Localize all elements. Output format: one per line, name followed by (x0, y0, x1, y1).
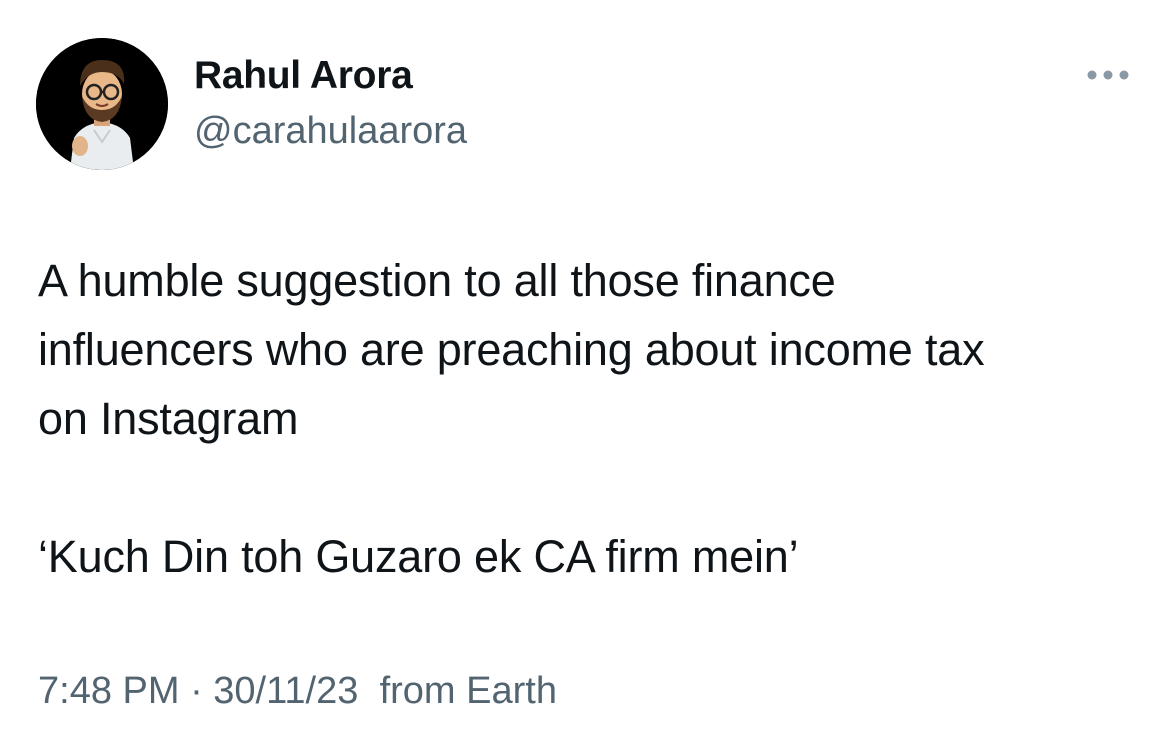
author-name[interactable]: Rahul Arora (194, 54, 413, 98)
more-horizontal-icon (1087, 70, 1129, 80)
tweet-card: Rahul Arora @carahulaarora A humble sugg… (0, 0, 1170, 739)
tweet-text: A humble suggestion to all those finance… (38, 246, 1148, 591)
avatar-illustration (36, 38, 168, 170)
author-handle[interactable]: @carahulaarora (194, 110, 467, 153)
tweet-paragraph: A humble suggestion to all those finance… (38, 255, 985, 444)
more-options-button[interactable] (1080, 62, 1136, 88)
avatar[interactable] (36, 38, 168, 170)
tweet-meta: 7:48 PM · 30/11/23 from Earth (38, 670, 557, 713)
tweet-timestamp[interactable]: 7:48 PM · 30/11/23 (38, 670, 358, 712)
tweet-quote-paragraph: ‘Kuch Din toh Guzaro ek CA firm mein’ (38, 531, 799, 582)
tweet-source: from Earth (379, 670, 557, 712)
